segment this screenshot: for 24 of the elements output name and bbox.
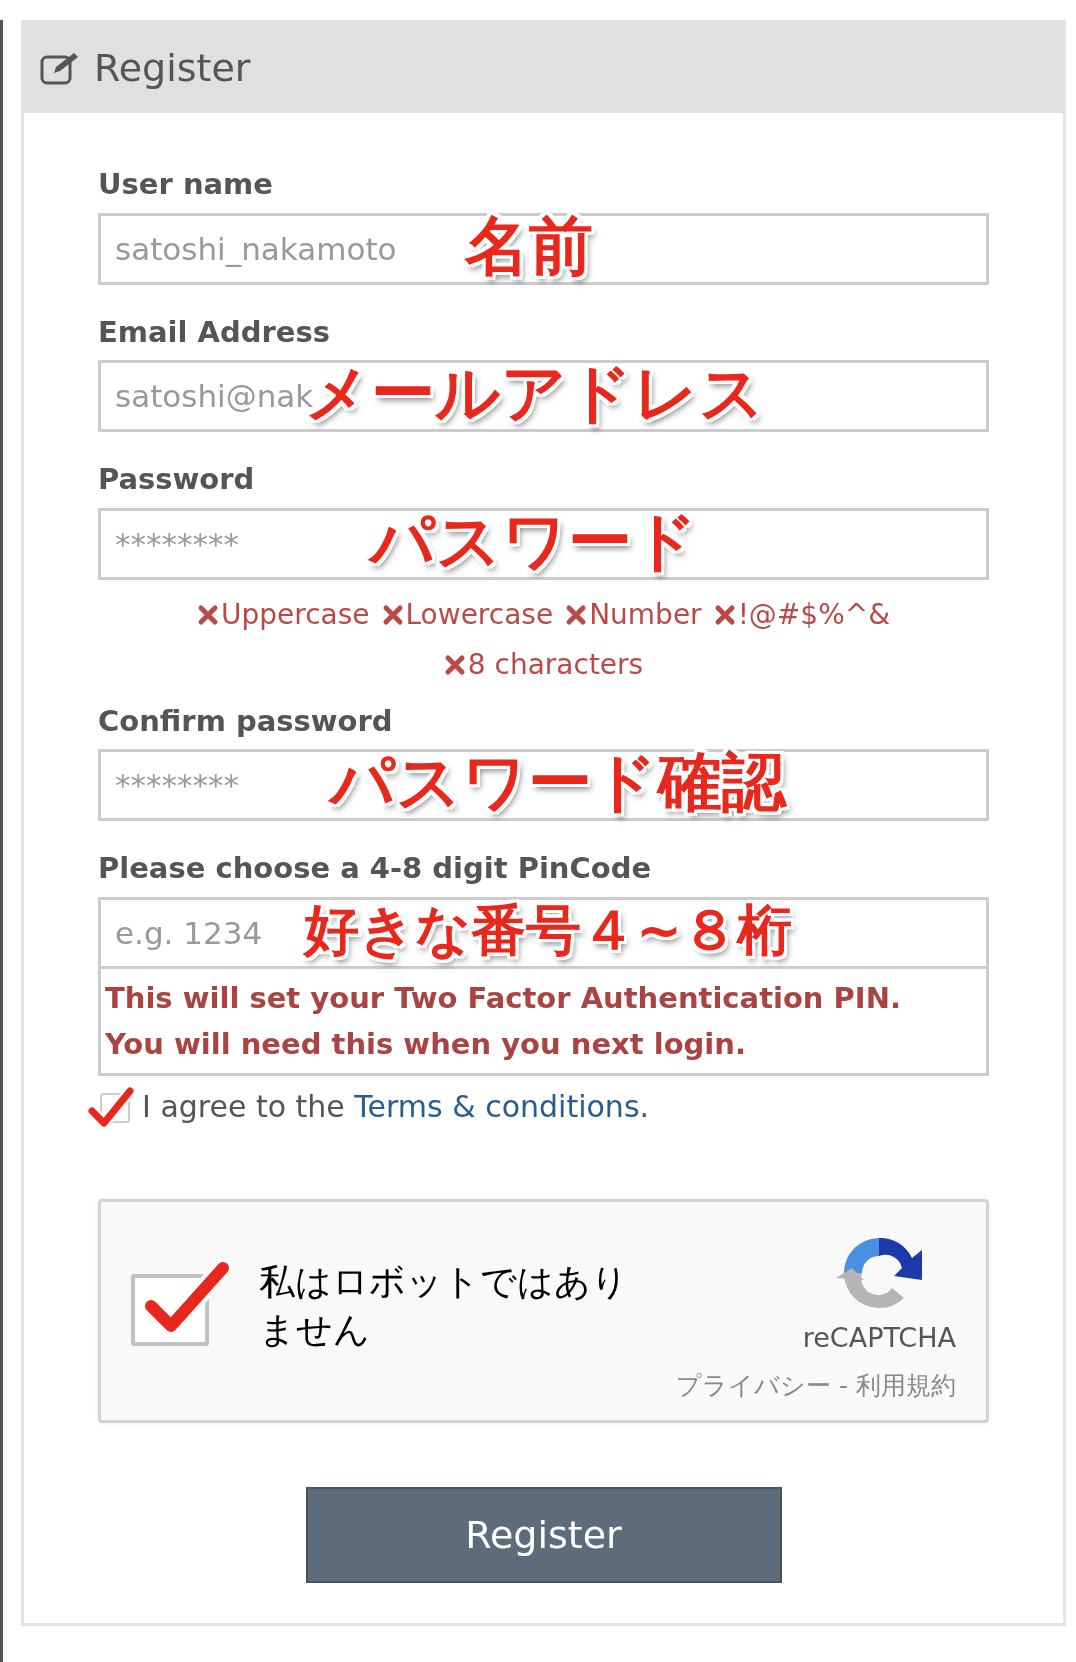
panel-title: Register bbox=[94, 44, 251, 92]
field-label: Password bbox=[98, 461, 256, 498]
requirement-text: 8 characters bbox=[443, 643, 644, 686]
field-label: Please choose a 4-8 digit PinCode bbox=[98, 850, 653, 887]
help-text: You will need this when you next login. bbox=[105, 1025, 747, 1063]
requirement-text: !@#$%^& bbox=[713, 593, 891, 636]
captcha-brand: reCAPTCHA bbox=[802, 1321, 956, 1356]
agree-text: I agree to the Terms & conditions. bbox=[142, 1088, 650, 1127]
captcha-footer-links[interactable]: プライバシー - 利用規約 bbox=[676, 1366, 956, 1405]
register-button[interactable]: Register bbox=[305, 1487, 782, 1584]
requirement-text: Uppercase bbox=[196, 593, 370, 636]
annotation-text: 好きな番号４~８桁 bbox=[304, 902, 793, 958]
annotation-text: パスワード確認 bbox=[330, 749, 786, 814]
field-label: Email Address bbox=[98, 313, 332, 351]
help-text: This will set your Two Factor Authentication PIN. bbox=[105, 979, 902, 1017]
terms-link[interactable]: Terms & conditions bbox=[354, 1089, 640, 1125]
annotation-text: 名前 bbox=[465, 213, 593, 278]
field-label: User name bbox=[98, 166, 274, 203]
field-label: Confirm password bbox=[98, 702, 394, 740]
annotation-text: パスワード bbox=[370, 508, 698, 573]
captcha-text: 私はロボットではありません bbox=[259, 1259, 629, 1353]
requirement-text: Number bbox=[565, 593, 702, 636]
edit-icon bbox=[40, 51, 80, 85]
requirement-text: Lowercase bbox=[381, 593, 554, 636]
